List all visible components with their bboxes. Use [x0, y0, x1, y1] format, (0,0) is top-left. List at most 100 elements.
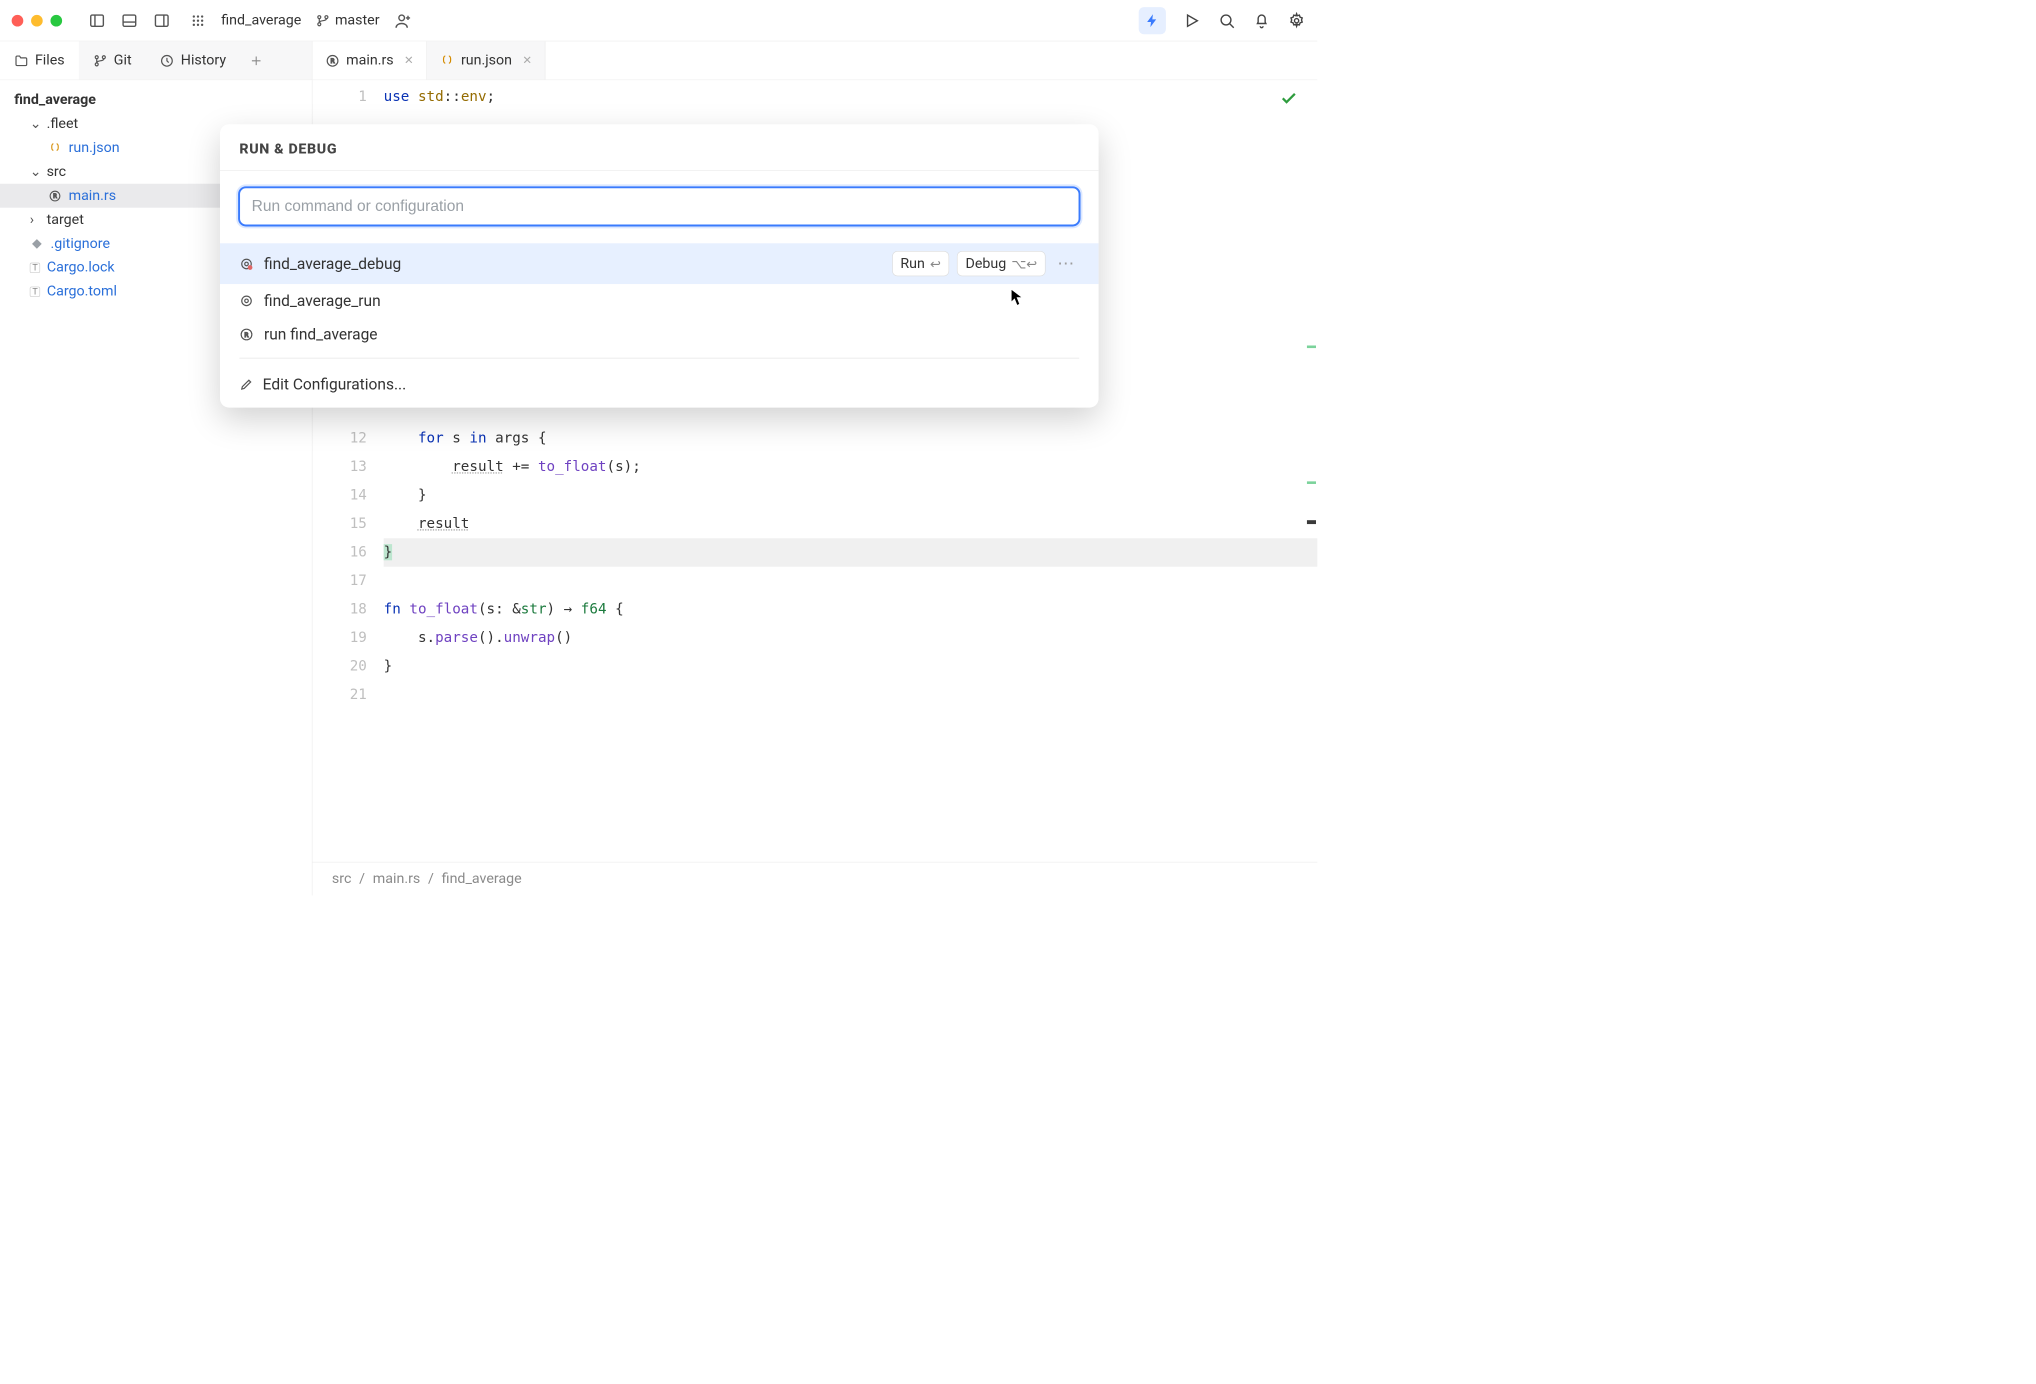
config-item-label: find_average_run: [264, 292, 381, 310]
line-number: 13: [313, 453, 367, 481]
notifications-button[interactable]: [1253, 11, 1271, 29]
edit-configurations-label: Edit Configurations...: [263, 375, 407, 393]
diff-marker-added: [1307, 481, 1316, 484]
editor-tab-main-label: main.rs: [346, 52, 393, 68]
enter-key-icon: ↩︎: [930, 256, 941, 272]
edit-configurations-button[interactable]: Edit Configurations...: [220, 365, 1099, 408]
tree-dir-fleet-label: .fleet: [47, 116, 79, 132]
bolt-icon: [1145, 13, 1161, 29]
tree-file-cargolock-label: Cargo.lock: [47, 259, 115, 275]
line-number: 19: [313, 624, 367, 652]
config-list: find_average_debug Run ↩︎ Debug ⌥↩︎ ⋯: [220, 243, 1099, 407]
run-config-search-input[interactable]: [238, 186, 1080, 226]
left-panel-tabs: Files Git History: [0, 41, 313, 79]
run-button[interactable]: [1183, 11, 1201, 29]
config-item-runfindavg[interactable]: R run find_average: [220, 318, 1099, 352]
tab-row: Files Git History R main.rs ✕ run.js: [0, 41, 1317, 80]
config-item-run[interactable]: find_average_run: [220, 284, 1099, 318]
tab-git-label: Git: [114, 52, 132, 68]
json-icon: [440, 53, 454, 67]
titlebar: find_average master: [0, 0, 1317, 41]
diff-marker-added: [1307, 345, 1316, 348]
window-traffic-lights: [12, 15, 62, 27]
rust-icon: R: [239, 327, 255, 341]
plus-icon: [250, 54, 263, 67]
tree-file-cargotoml-label: Cargo.toml: [47, 283, 117, 299]
ai-assistant-button[interactable]: [1139, 7, 1166, 34]
branch-name: master: [335, 12, 380, 28]
branch-icon: [316, 13, 330, 27]
search-button[interactable]: [1218, 11, 1236, 29]
debug-action-button[interactable]: Debug ⌥↩︎: [957, 251, 1045, 276]
add-panel-tab[interactable]: [240, 41, 272, 79]
svg-text:R: R: [331, 57, 335, 65]
chevron-down-icon: ⌄: [30, 116, 40, 132]
tab-files-label: Files: [35, 52, 65, 68]
pencil-icon: [239, 377, 253, 391]
close-tab-icon[interactable]: ✕: [522, 54, 532, 68]
branch-selector[interactable]: master: [316, 12, 380, 28]
line-number: 18: [313, 595, 367, 623]
run-action-button[interactable]: Run ↩︎: [892, 251, 949, 276]
tree-file-mainrs-label: main.rs: [69, 188, 116, 204]
toml-icon: T: [30, 286, 41, 296]
minimize-window-button[interactable]: [31, 15, 43, 27]
config-item-label: run find_average: [264, 325, 378, 343]
caret-marker: [1307, 520, 1316, 524]
tab-git[interactable]: Git: [79, 41, 146, 79]
json-icon: [48, 141, 62, 154]
tree-file-gitignore-label: .gitignore: [50, 236, 110, 252]
add-collaborator-icon[interactable]: [394, 11, 412, 29]
gitignore-icon: [30, 238, 44, 250]
code-line: use std::env;: [384, 83, 1318, 111]
tree-root[interactable]: find_average: [0, 88, 312, 112]
popup-title: RUN & DEBUG: [220, 124, 1099, 170]
gear-icon: [239, 294, 255, 308]
config-item-label: find_average_debug: [264, 255, 401, 273]
breadcrumb-seg[interactable]: main.rs: [373, 871, 420, 887]
code-line: result += to_float(s);: [384, 453, 1318, 481]
line-number: 17: [313, 567, 367, 595]
tree-file-runjson-label: run.json: [69, 140, 120, 156]
close-window-button[interactable]: [12, 15, 24, 27]
panel-bottom-icon[interactable]: [120, 11, 138, 29]
chevron-down-icon: ⌄: [30, 164, 40, 180]
option-enter-key-icon: ⌥↩︎: [1011, 256, 1037, 272]
breadcrumb: src / main.rs / find_average: [313, 862, 1318, 896]
code-line: [384, 567, 1318, 595]
editor-tab-main[interactable]: R main.rs ✕: [313, 41, 428, 79]
debug-action-label: Debug: [965, 256, 1006, 272]
tree-dir-target-label: target: [47, 212, 84, 228]
panel-right-icon[interactable]: [153, 11, 171, 29]
tree-root-label: find_average: [14, 92, 96, 108]
line-number: 14: [313, 481, 367, 509]
code-line: [384, 681, 1318, 709]
rust-icon: R: [325, 53, 339, 67]
editor-tab-runjson-label: run.json: [461, 52, 512, 68]
config-item-debug[interactable]: find_average_debug Run ↩︎ Debug ⌥↩︎ ⋯: [220, 243, 1099, 284]
code-line-current: }: [384, 538, 1318, 566]
editor-tab-runjson[interactable]: run.json ✕: [427, 41, 545, 79]
line-number: 15: [313, 510, 367, 538]
line-number: 16: [313, 538, 367, 566]
gear-debug-icon: [239, 257, 255, 271]
svg-text:R: R: [53, 193, 57, 200]
more-actions-button[interactable]: ⋯: [1053, 254, 1079, 273]
breadcrumb-seg[interactable]: src: [332, 871, 351, 887]
maximize-window-button[interactable]: [50, 15, 62, 27]
history-icon: [160, 53, 174, 67]
code-line: result: [384, 510, 1318, 538]
apps-grid-icon[interactable]: [189, 11, 207, 29]
project-name[interactable]: find_average: [221, 12, 301, 28]
tab-history[interactable]: History: [146, 41, 240, 79]
line-number: 1: [313, 83, 367, 111]
breadcrumb-seg[interactable]: find_average: [442, 871, 522, 887]
run-action-label: Run: [900, 256, 924, 272]
tab-files[interactable]: Files: [0, 41, 79, 79]
panel-left-icon[interactable]: [88, 11, 106, 29]
code-line: s.parse().unwrap(): [384, 624, 1318, 652]
editor-tabs: R main.rs ✕ run.json ✕: [313, 41, 546, 79]
folder-icon: [14, 53, 28, 67]
close-tab-icon[interactable]: ✕: [404, 54, 414, 68]
settings-button[interactable]: [1288, 11, 1306, 29]
